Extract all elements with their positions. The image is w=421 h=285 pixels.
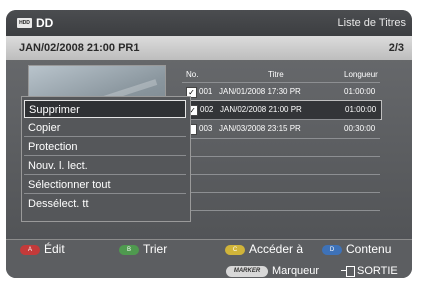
exit-icon: [341, 265, 355, 277]
menu-item-protection[interactable]: Protection: [24, 138, 186, 156]
menu-item-select-all[interactable]: Sélectionner tout: [24, 176, 186, 194]
sort-button[interactable]: B Trier: [119, 243, 167, 255]
content-label: Contenu: [346, 242, 392, 256]
row-no: 001: [199, 87, 213, 96]
app-title: DD: [36, 16, 54, 30]
row-no: 002: [200, 105, 214, 114]
row-length: 00:30:00: [344, 124, 376, 133]
exit-button[interactable]: SORTIE: [341, 265, 398, 277]
column-header-title: Titre: [268, 70, 284, 79]
sort-label: Trier: [143, 242, 168, 256]
menu-item-deselect-all[interactable]: Dessélect. tt: [24, 195, 186, 213]
table-row-selected[interactable]: ✓ 002 JAN/02/2008 21:00 PR 01:00:00: [182, 100, 382, 120]
row-title: JAN/02/2008 21:00 PR: [220, 105, 302, 114]
edit-popup-menu: Supprimer Copier Protection Nouv. l. lec…: [21, 96, 191, 222]
empty-row: [182, 210, 380, 211]
marker-button[interactable]: MARKER Marqueur: [226, 265, 319, 277]
footer-bar: A Édit B Trier C Accéder à D Contenu MARKER M…: [6, 239, 412, 278]
marker-label: Marqueur: [272, 265, 320, 277]
table-row[interactable]: ✓ 001 JAN/01/2008 17:30 PR 01:00:00: [182, 82, 380, 101]
title-list-screen: HDD DD Liste de Titres JAN/02/2008 21:00…: [6, 10, 412, 278]
empty-row: [182, 138, 380, 157]
row-length: 01:00:00: [344, 87, 376, 96]
table-row[interactable]: 003 JAN/03/2008 23:15 PR 00:30:00: [182, 119, 380, 138]
hdd-icon: HDD: [17, 18, 32, 28]
column-header-no: No.: [186, 70, 199, 79]
marker-key-icon: MARKER: [226, 265, 268, 277]
edit-button[interactable]: A Édit: [20, 243, 65, 255]
blue-d-key-icon: D: [322, 244, 342, 255]
content-button[interactable]: D Contenu: [322, 243, 391, 255]
row-no: 003: [199, 124, 213, 133]
recording-info: JAN/02/2008 21:00 PR1: [19, 42, 140, 54]
row-title: JAN/01/2008 17:30 PR: [219, 87, 301, 96]
empty-row: [182, 156, 380, 175]
page-indicator: 2/3: [388, 42, 404, 54]
empty-row: [182, 174, 380, 193]
screen-title: Liste de Titres: [337, 17, 406, 29]
menu-item-copy[interactable]: Copier: [24, 119, 186, 137]
red-a-key-icon: A: [20, 244, 40, 255]
goto-label: Accéder à: [249, 242, 304, 256]
empty-row: [182, 192, 380, 211]
info-bar: JAN/02/2008 21:00 PR1 2/3: [6, 36, 412, 60]
yellow-c-key-icon: C: [225, 244, 245, 255]
green-b-key-icon: B: [119, 244, 139, 255]
header-bar: HDD DD Liste de Titres: [6, 10, 412, 36]
column-header-length: Longueur: [344, 70, 378, 79]
row-length: 01:00:00: [345, 105, 377, 114]
exit-label: SORTIE: [357, 265, 398, 277]
goto-button[interactable]: C Accéder à: [225, 243, 303, 255]
menu-item-delete[interactable]: Supprimer: [24, 100, 186, 118]
table-header: No. Titre Longueur: [182, 68, 412, 82]
edit-label: Édit: [44, 242, 65, 256]
row-title: JAN/03/2008 23:15 PR: [219, 124, 301, 133]
menu-item-new-playlist[interactable]: Nouv. l. lect.: [24, 157, 186, 175]
